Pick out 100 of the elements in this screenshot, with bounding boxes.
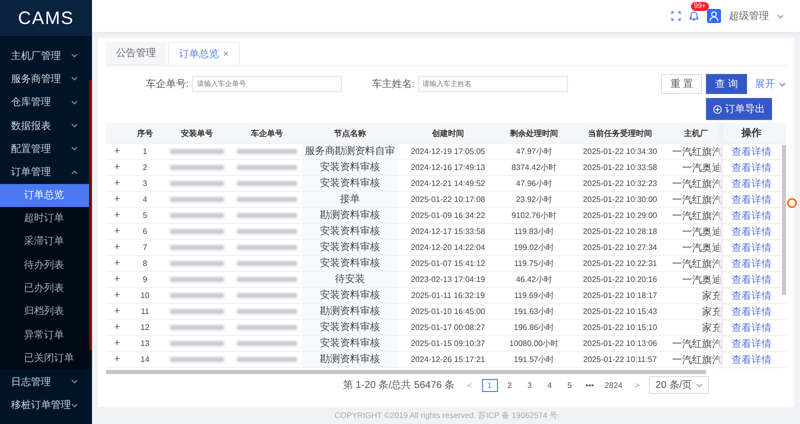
- redacted-text: [237, 197, 297, 202]
- table-cell-text: 2: [142, 163, 148, 172]
- redacted-text: [237, 149, 297, 154]
- table-cell-text: 14: [140, 355, 150, 364]
- page-button[interactable]: 2: [502, 378, 518, 392]
- view-details-link[interactable]: 查看详情: [732, 192, 772, 206]
- table-cell: 勘测资料审核: [302, 208, 398, 223]
- table-cell-text: 一汽奥迪: [681, 162, 722, 174]
- table-cell-text: 一汽红旗汽: [671, 146, 722, 158]
- view-details-link[interactable]: 查看详情: [732, 160, 772, 174]
- view-details-link[interactable]: 查看详情: [732, 320, 772, 334]
- view-details-link[interactable]: 查看详情: [732, 304, 772, 318]
- expand-toggle[interactable]: +: [106, 226, 128, 237]
- expand-toggle[interactable]: +: [106, 290, 128, 301]
- view-details-link[interactable]: 查看详情: [732, 336, 772, 350]
- redacted-text: [237, 277, 297, 282]
- search-button[interactable]: 查 询: [706, 74, 747, 94]
- avatar-icon[interactable]: [707, 9, 721, 23]
- redacted-text: [170, 181, 224, 186]
- page-button[interactable]: 4: [542, 378, 558, 392]
- fullscreen-icon[interactable]: [671, 11, 681, 21]
- expand-toggle[interactable]: +: [106, 146, 128, 157]
- table-cell-text: 一汽红旗汽: [671, 210, 722, 222]
- table-cell: 安装资料审核: [302, 224, 398, 239]
- sidebar-subitem[interactable]: 超时订单: [0, 207, 89, 230]
- sidebar-item[interactable]: 数据报表: [0, 114, 92, 138]
- redacted-text: [237, 341, 297, 346]
- page-button[interactable]: 3: [522, 378, 538, 392]
- sidebar-item[interactable]: 服务商管理: [0, 67, 92, 91]
- page-button[interactable]: •••: [582, 378, 598, 392]
- expand-toggle[interactable]: +: [106, 162, 128, 173]
- reset-button[interactable]: 重 置: [661, 74, 702, 94]
- page-button[interactable]: 2824: [602, 378, 626, 392]
- view-details-link[interactable]: 查看详情: [732, 288, 772, 302]
- table-cell-text: 一汽红旗汽: [671, 338, 722, 350]
- table-cell-text: 2025-01-22 10:34:30: [582, 147, 658, 156]
- page-button[interactable]: 5: [562, 378, 578, 392]
- table-cell-text: 2024-12-26 15:17:21: [410, 355, 486, 364]
- redacted-text: [170, 341, 224, 346]
- table-cell-text: 12: [140, 323, 150, 332]
- redacted-text: [170, 149, 224, 154]
- export-button[interactable]: 订单导出: [706, 98, 772, 120]
- page-button[interactable]: 1: [482, 378, 498, 392]
- sidebar-subitem[interactable]: 订单总览: [0, 184, 89, 208]
- sidebar-item[interactable]: 移桩订单管理: [0, 393, 92, 417]
- total-count: 第 1-20 条/总共 56476 条: [342, 378, 455, 392]
- table-cell-text: 119.83小时: [513, 226, 555, 237]
- view-details-link[interactable]: 查看详情: [732, 144, 772, 158]
- extension-icon[interactable]: [786, 197, 798, 209]
- sidebar-item[interactable]: 配置管理: [0, 137, 92, 160]
- expand-toggle[interactable]: +: [106, 242, 128, 253]
- table-cell-text: 2025-01-22 10:22:31: [582, 259, 658, 268]
- chevron-icon: [71, 402, 78, 408]
- expand-toggle[interactable]: +: [106, 306, 128, 317]
- chevron-icon: [71, 123, 78, 128]
- expand-toggle[interactable]: +: [106, 354, 128, 365]
- expand-toggle[interactable]: +: [106, 194, 128, 205]
- view-details-link[interactable]: 查看详情: [732, 208, 772, 222]
- table-cell: 安装资料审核: [302, 288, 398, 303]
- expand-toggle[interactable]: +: [106, 274, 128, 285]
- page-tab[interactable]: 订单总览 ×: [168, 42, 240, 65]
- expand-toggle[interactable]: +: [106, 322, 128, 333]
- view-details-link[interactable]: 查看详情: [732, 176, 772, 190]
- view-details-link[interactable]: 查看详情: [732, 256, 772, 270]
- view-details-link[interactable]: 查看详情: [732, 272, 772, 286]
- sidebar-subitem[interactable]: 待办列表: [0, 254, 89, 277]
- table-cell-text: 1: [142, 147, 148, 156]
- redacted-text: [170, 245, 224, 250]
- table-cell-text: 一汽奥迪: [681, 274, 722, 286]
- table-cell-text: 2025-01-15 09:10:37: [410, 339, 486, 348]
- table-cell-text: 11: [140, 307, 150, 316]
- sidebar-item[interactable]: 主机厂管理: [0, 44, 92, 68]
- sidebar-subitem[interactable]: 异常订单: [0, 324, 89, 347]
- expand-toggle[interactable]: +: [106, 210, 128, 221]
- sidebar-item[interactable]: 日志管理: [0, 370, 92, 394]
- sidebar-subitem[interactable]: 已关闭订单: [0, 346, 89, 370]
- expand-toggle[interactable]: +: [106, 258, 128, 269]
- table-cell-text: 6: [142, 227, 148, 236]
- close-icon[interactable]: ×: [223, 49, 229, 60]
- expand-link[interactable]: 展开: [755, 77, 775, 91]
- sidebar-subitem[interactable]: 已办列表: [0, 276, 89, 300]
- sidebar-item[interactable]: 仓库管理: [0, 90, 92, 114]
- page-tab[interactable]: 公告管理: [106, 42, 166, 65]
- page-size-select[interactable]: 20 条/页: [649, 376, 710, 394]
- bell-icon[interactable]: [689, 11, 699, 21]
- column-header: 创建时间: [431, 128, 465, 138]
- view-details-link[interactable]: 查看详情: [732, 224, 772, 238]
- view-details-link[interactable]: 查看详情: [732, 352, 772, 366]
- sidebar-subitem[interactable]: 归档列表: [0, 300, 89, 324]
- sidebar-item[interactable]: 订单管理: [0, 160, 92, 184]
- chevron-icon: [696, 382, 704, 388]
- column-header: 剩余处理时间: [509, 128, 559, 138]
- column-header: 节点名称: [333, 128, 367, 138]
- table-cell: 勘测资料审核: [302, 352, 398, 367]
- sidebar-subitem[interactable]: 采滞订单: [0, 230, 89, 254]
- user-name[interactable]: 超级管理: [729, 9, 769, 23]
- redacted-text: [170, 293, 224, 298]
- expand-toggle[interactable]: +: [106, 178, 128, 189]
- expand-toggle[interactable]: +: [106, 338, 128, 349]
- view-details-link[interactable]: 查看详情: [732, 240, 772, 254]
